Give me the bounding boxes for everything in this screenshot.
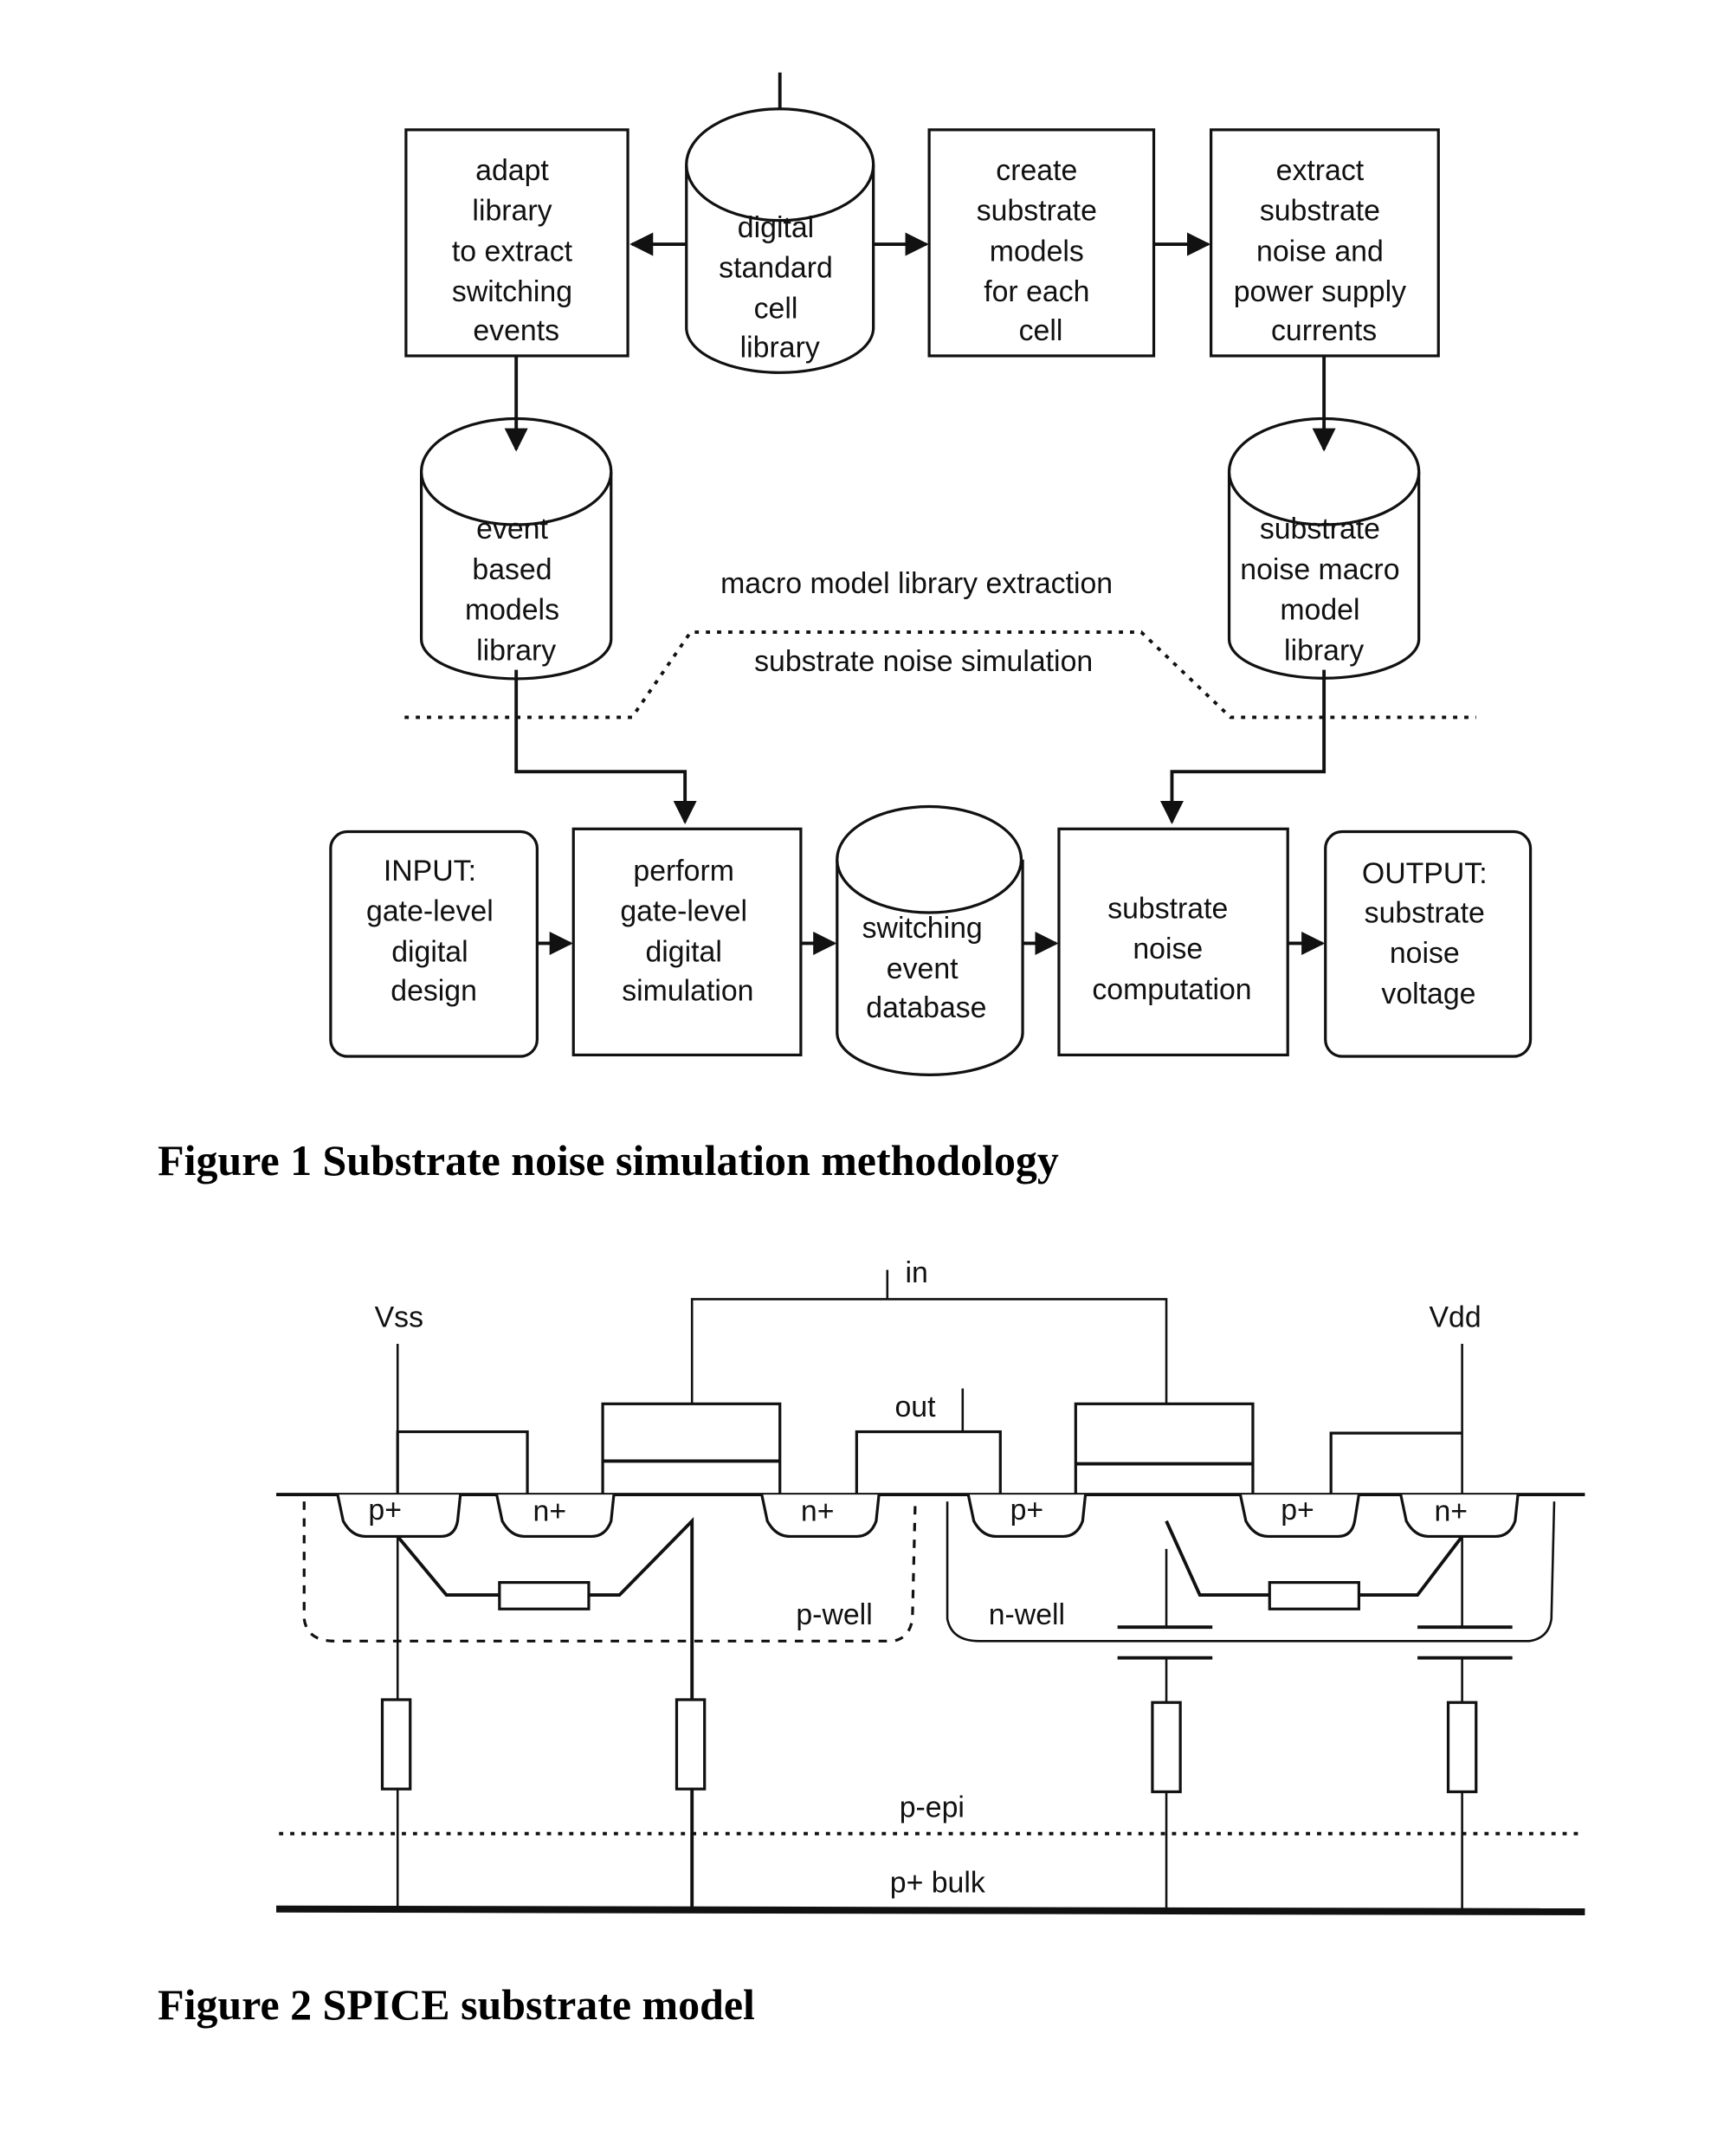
text-line: INPUT: xyxy=(384,855,476,888)
text-line: event xyxy=(476,513,548,545)
text-line: noise and xyxy=(1256,235,1384,268)
diffusion-label: n+ xyxy=(801,1495,835,1528)
epi-resistor xyxy=(675,1698,707,1791)
text-line: for each xyxy=(984,275,1089,308)
text-line: simulation xyxy=(622,975,753,1008)
p-bulk-line xyxy=(276,1905,1585,1915)
adapt-library-box: adapt library to extract switching event… xyxy=(404,128,629,358)
text-line: to extract xyxy=(452,235,573,268)
text-line: noise xyxy=(1390,937,1460,970)
text-line: switching xyxy=(862,912,983,945)
arrow-to-gate-sim xyxy=(514,669,697,824)
digital-library-cylinder: digital standard cell library xyxy=(685,107,875,374)
text-line: voltage xyxy=(1381,978,1475,1010)
text-line: library xyxy=(1284,634,1364,667)
figure-1-caption: Figure 1 Substrate noise simulation meth… xyxy=(158,1136,1059,1185)
epi-resistor xyxy=(1151,1701,1182,1793)
vss-contact xyxy=(396,1430,529,1495)
switching-db-cylinder: switching event database xyxy=(836,804,1024,1076)
figure-1: adapt library to extract switching event… xyxy=(158,72,1533,1185)
text-line: cell xyxy=(754,292,798,325)
text-line: substrate xyxy=(977,195,1097,228)
text-line: computation xyxy=(1092,973,1251,1006)
gate-sim-box: perform gate-level digital simulation xyxy=(571,827,803,1057)
nmos-gate xyxy=(601,1402,782,1496)
diffusion-label: p+ xyxy=(368,1494,402,1527)
text-line: digital xyxy=(645,935,721,968)
p-bulk-label: p+ bulk xyxy=(890,1866,985,1899)
diffusion-label: p+ xyxy=(1281,1494,1314,1527)
text-line: models xyxy=(465,594,559,627)
p-well-label: p-well xyxy=(796,1598,872,1631)
n-well-resistor xyxy=(1268,1581,1361,1611)
page: adapt library to extract switching event… xyxy=(0,0,1730,2156)
text-line: model xyxy=(1280,594,1359,627)
noise-macro-cylinder: substrate noise macro model library xyxy=(1227,416,1421,680)
text-line: power supply xyxy=(1234,275,1406,308)
vdd-contact xyxy=(1329,1431,1462,1495)
text-line: currents xyxy=(1271,314,1377,347)
text-line: noise macro xyxy=(1240,553,1399,586)
text-line: models xyxy=(990,235,1084,268)
diffusion-label: n+ xyxy=(533,1495,567,1528)
n-well-label: n-well xyxy=(989,1598,1065,1631)
region-label-simulation: substrate noise simulation xyxy=(754,645,1093,678)
text-line: library xyxy=(740,332,820,365)
create-models-box: create substrate models for each cell xyxy=(927,128,1156,358)
resistor-wire xyxy=(1359,1535,1464,1598)
p-epi-label: p-epi xyxy=(900,1791,965,1824)
text-line: event xyxy=(887,952,959,985)
text-line: gate-level xyxy=(366,895,494,928)
text-line: substrate xyxy=(1107,892,1228,925)
text-line: gate-level xyxy=(620,895,747,928)
figure-2: Vss Vdd in out p+ n+ n+ p+ p+ n+ p-well … xyxy=(158,1256,1585,2029)
text-line: events xyxy=(473,314,559,347)
figure-canvas: adapt library to extract switching event… xyxy=(158,72,1585,2029)
text-line: create xyxy=(996,154,1077,187)
text-line: digital xyxy=(738,211,814,244)
region-label-extraction: macro model library extraction xyxy=(720,567,1113,600)
epi-resistor xyxy=(380,1698,412,1791)
in-label: in xyxy=(905,1256,927,1289)
diffusion-label: n+ xyxy=(1434,1495,1468,1528)
text-line: substrate xyxy=(1260,513,1380,545)
epi-resistor xyxy=(1446,1701,1478,1793)
arrow-to-noise-comp xyxy=(1159,669,1327,824)
noise-computation-box: substrate noise computation xyxy=(1057,827,1289,1057)
text-line: OUTPUT: xyxy=(1362,857,1488,890)
vdd-label: Vdd xyxy=(1429,1301,1481,1334)
text-line: adapt xyxy=(475,154,549,187)
resistor-wire xyxy=(396,1535,500,1598)
text-line: perform xyxy=(633,855,734,888)
text-line: library xyxy=(476,634,556,667)
text-line: digital xyxy=(391,935,468,968)
gate-input-wire xyxy=(690,1298,1168,1404)
pmos-gate xyxy=(1074,1402,1255,1496)
text-line: extract xyxy=(1276,154,1365,187)
diffusion-label: p+ xyxy=(1010,1494,1044,1527)
event-models-cylinder: event based models library xyxy=(419,416,613,681)
input-box: INPUT: gate-level digital design xyxy=(329,829,539,1058)
out-contact xyxy=(855,1430,1002,1496)
vss-label: Vss xyxy=(375,1301,423,1334)
text-line: based xyxy=(472,553,552,586)
out-label: out xyxy=(894,1391,936,1423)
text-line: cell xyxy=(1019,314,1063,347)
text-line: design xyxy=(391,975,477,1008)
text-line: noise xyxy=(1133,933,1203,965)
p-well-resistor xyxy=(498,1581,591,1611)
text-line: substrate xyxy=(1365,896,1485,929)
text-line: switching xyxy=(452,275,572,308)
text-line: library xyxy=(472,195,552,228)
text-line: standard xyxy=(719,252,833,285)
extract-noise-box: extract substrate noise and power supply… xyxy=(1209,128,1440,358)
output-box: OUTPUT: substrate noise voltage xyxy=(1324,829,1533,1058)
text-line: database xyxy=(866,991,986,1024)
text-line: substrate xyxy=(1260,195,1380,228)
figure-2-caption: Figure 2 SPICE substrate model xyxy=(158,1980,755,2029)
